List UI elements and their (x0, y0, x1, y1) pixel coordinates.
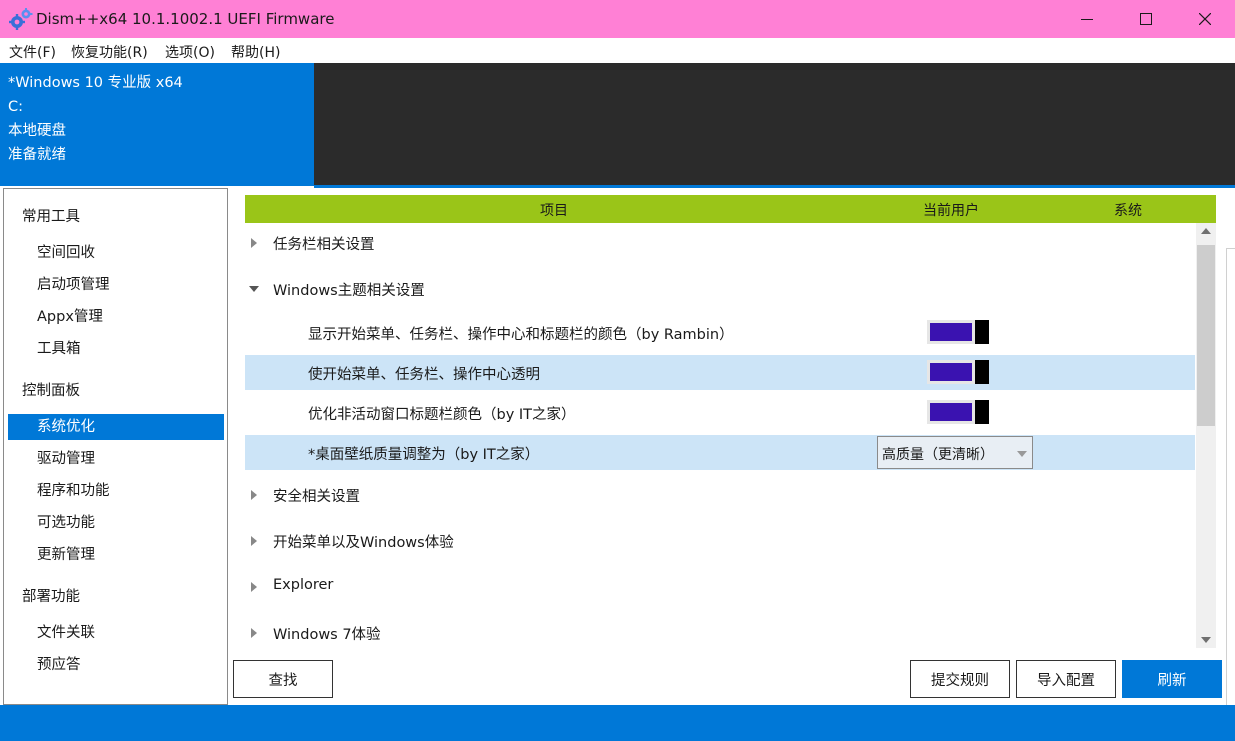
maximize-icon (1140, 13, 1152, 25)
close-icon (1199, 13, 1211, 25)
menu-recovery[interactable]: 恢复功能(R) (71, 42, 148, 62)
window-title: Dism++x64 10.1.1002.1 UEFI Firmware (36, 10, 335, 28)
dropdown-value: 高质量（更清晰） (882, 447, 994, 463)
image-list-panel (314, 63, 1235, 186)
group-label: 任务栏相关设置 (273, 237, 375, 253)
title-bar[interactable]: Dism++x64 10.1.1002.1 UEFI Firmware (0, 0, 1235, 38)
group-label: Explorer (273, 577, 334, 593)
sidebar-group-common-tools: 常用工具 (22, 209, 80, 225)
find-button[interactable]: 查找 (233, 660, 333, 698)
group-taskbar[interactable]: 任务栏相关设置 (245, 226, 1195, 260)
status-bar (0, 705, 1235, 741)
sidebar-item-toolbox[interactable]: 工具箱 (8, 336, 224, 362)
group-label: Windows主题相关设置 (273, 283, 425, 299)
group-windows-theme[interactable]: Windows主题相关设置 (245, 272, 1195, 306)
main-panel: 项目 当前用户 系统 任务栏相关设置 Windows主题相关设置 显示开始菜单、… (228, 188, 1235, 705)
expand-arrow-icon[interactable] (251, 536, 257, 546)
disk-type: 本地硬盘 (8, 123, 66, 139)
menu-help[interactable]: 帮助(H) (231, 42, 280, 62)
setting-row[interactable]: 优化非活动窗口标题栏颜色（by IT之家） (245, 395, 1195, 430)
scroll-up-icon[interactable] (1201, 228, 1211, 234)
scroll-thumb[interactable] (1197, 245, 1215, 426)
sidebar-item-optional-features[interactable]: 可选功能 (8, 510, 224, 536)
system-info-panel[interactable]: *Windows 10 专业版 x64 C: 本地硬盘 准备就绪 (0, 63, 314, 186)
sidebar-item-drivers[interactable]: 驱动管理 (8, 446, 224, 472)
close-button[interactable] (1175, 0, 1235, 38)
drive-letter: C: (8, 99, 24, 115)
group-label: 安全相关设置 (273, 489, 360, 505)
setting-row[interactable]: 显示开始菜单、任务栏、操作中心和标题栏的颜色（by Rambin） (245, 315, 1195, 350)
sidebar-group-control-panel: 控制面板 (22, 383, 80, 399)
sidebar-item-startup[interactable]: 启动项管理 (8, 272, 224, 298)
minimize-button[interactable] (1057, 0, 1117, 38)
setting-label: 使开始菜单、任务栏、操作中心透明 (308, 367, 540, 383)
sidebar-item-file-association[interactable]: 文件关联 (8, 620, 224, 646)
sidebar-item-space-cleanup[interactable]: 空间回收 (8, 240, 224, 266)
menu-bar: 文件(F) 恢复功能(R) 选项(O) 帮助(H) (0, 38, 1235, 63)
import-config-button[interactable]: 导入配置 (1016, 660, 1116, 698)
os-name: *Windows 10 专业版 x64 (8, 75, 183, 91)
expand-arrow-icon[interactable] (251, 582, 257, 592)
vertical-scrollbar[interactable] (1196, 223, 1216, 648)
toggle-switch[interactable] (927, 320, 989, 344)
table-header: 项目 当前用户 系统 (245, 195, 1216, 223)
collapse-arrow-icon[interactable] (249, 286, 259, 292)
setting-label: 显示开始菜单、任务栏、操作中心和标题栏的颜色（by Rambin） (308, 327, 734, 343)
group-explorer[interactable]: Explorer (245, 570, 1195, 604)
column-item[interactable]: 项目 (540, 200, 568, 220)
column-current-user[interactable]: 当前用户 (923, 200, 979, 220)
setting-row[interactable]: 使开始菜单、任务栏、操作中心透明 (245, 355, 1195, 390)
sidebar-group-deployment: 部署功能 (22, 589, 80, 605)
gears-icon (9, 8, 33, 30)
expand-arrow-icon[interactable] (251, 628, 257, 638)
menu-file[interactable]: 文件(F) (9, 42, 56, 62)
group-start-menu[interactable]: 开始菜单以及Windows体验 (245, 524, 1195, 558)
sidebar-item-updates[interactable]: 更新管理 (8, 542, 224, 568)
group-windows7[interactable]: Windows 7体验 (245, 616, 1195, 650)
sidebar: 常用工具 空间回收 启动项管理 Appx管理 工具箱 控制面板 系统优化 驱动管… (3, 188, 228, 705)
side-panel-edge (1226, 248, 1235, 705)
wallpaper-quality-dropdown[interactable]: 高质量（更清晰） (877, 436, 1033, 469)
toggle-switch[interactable] (927, 360, 989, 384)
sidebar-item-programs[interactable]: 程序和功能 (8, 478, 224, 504)
group-label: Windows 7体验 (273, 627, 381, 643)
toggle-switch[interactable] (927, 400, 989, 424)
setting-label: 优化非活动窗口标题栏颜色（by IT之家） (308, 407, 576, 423)
chevron-down-icon (1017, 451, 1027, 457)
refresh-button[interactable]: 刷新 (1122, 660, 1222, 698)
column-system[interactable]: 系统 (1114, 200, 1142, 220)
expand-arrow-icon[interactable] (251, 238, 257, 248)
status-text: 准备就绪 (8, 147, 66, 163)
group-security[interactable]: 安全相关设置 (245, 478, 1195, 512)
sidebar-item-appx[interactable]: Appx管理 (8, 304, 224, 330)
setting-label: *桌面壁纸质量调整为（by IT之家） (308, 447, 540, 463)
sidebar-item-system-optimization[interactable]: 系统优化 (8, 414, 224, 440)
scroll-down-icon[interactable] (1201, 637, 1211, 643)
menu-options[interactable]: 选项(O) (165, 42, 215, 62)
minimize-icon (1081, 19, 1093, 20)
sidebar-item-answer-file[interactable]: 预应答 (8, 652, 224, 678)
expand-arrow-icon[interactable] (251, 490, 257, 500)
setting-row[interactable]: *桌面壁纸质量调整为（by IT之家） 高质量（更清晰） (245, 435, 1195, 470)
maximize-button[interactable] (1116, 0, 1176, 38)
submit-rules-button[interactable]: 提交规则 (910, 660, 1010, 698)
group-label: 开始菜单以及Windows体验 (273, 535, 454, 551)
